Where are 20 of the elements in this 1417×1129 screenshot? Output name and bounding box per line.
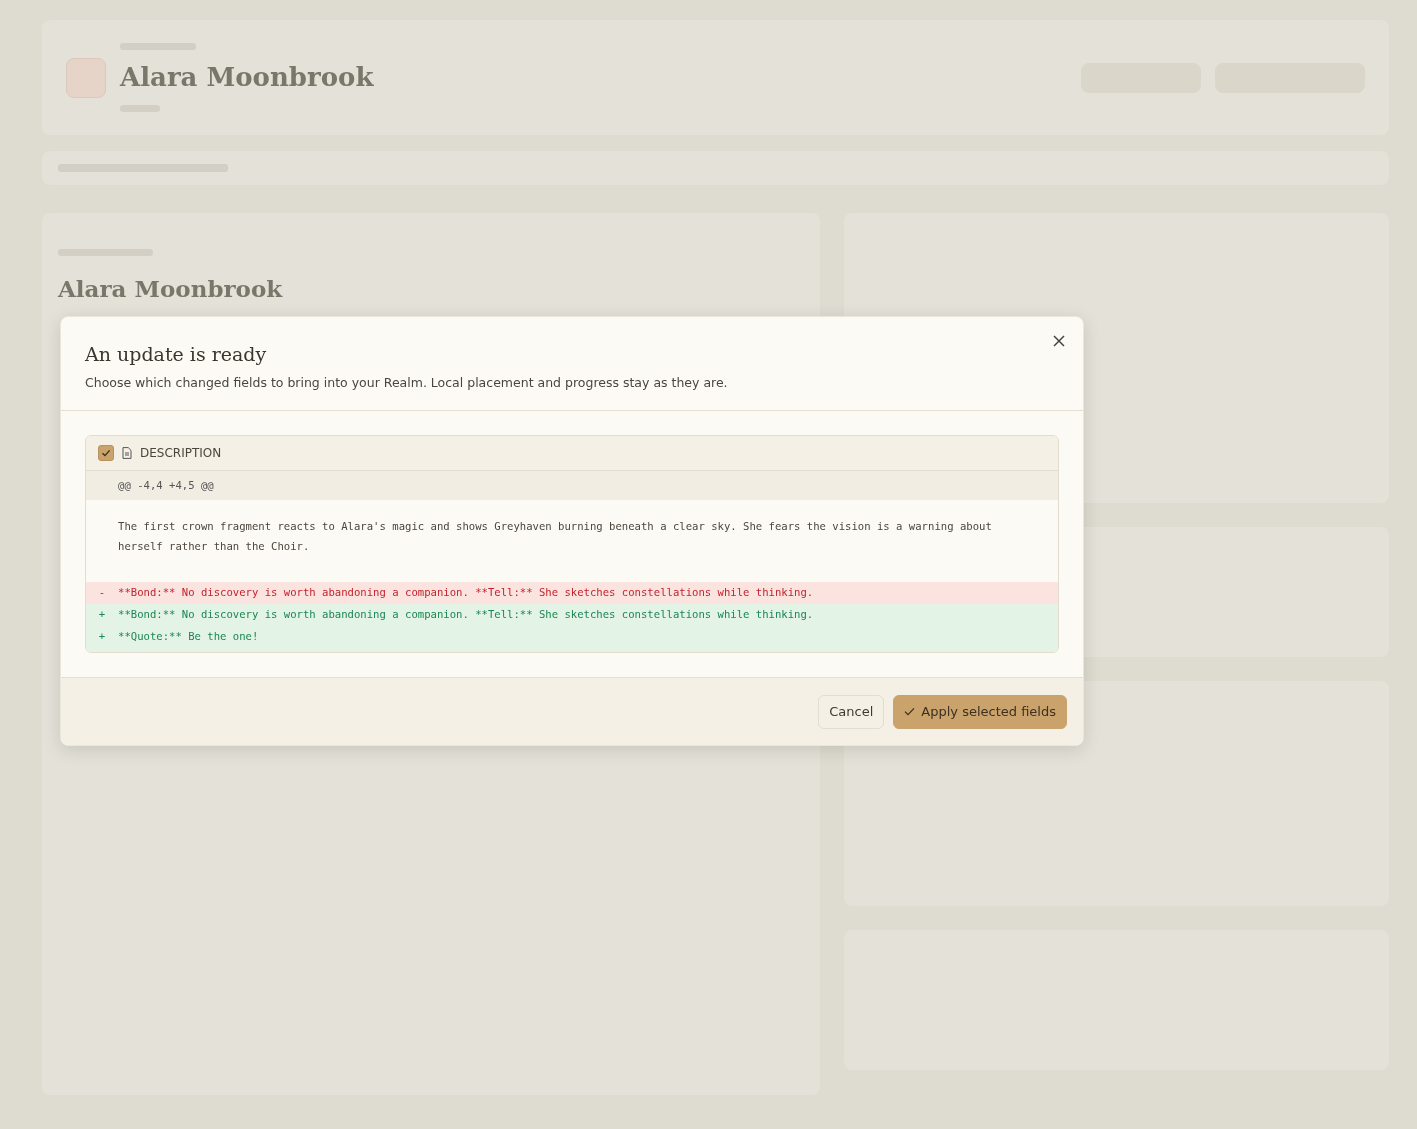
added-line: **Quote:** Be the one! [118,629,259,645]
dialog-subtitle: Choose which changed fields to bring into your Realm. Local placement and progress stay as they are. [85,373,729,392]
dialog-title: An update is ready [85,343,268,366]
diff-sign: - [98,586,106,599]
diff-context-line: The first crown fragment reacts to Alara's magic and shows Greyhaven burning beneath a clear sky. She fears the vision is a warning about herself rather than the Choir. [118,519,993,555]
diff-sign: + [98,608,106,621]
check-icon [101,447,111,458]
hunk-header: @@ -4,4 +4,5 @@ [86,470,1058,501]
avatar-icon [66,57,106,98]
card-title: Alara Moonbrook [58,274,284,304]
document-icon [122,446,132,459]
page-title: Alara Moonbrook [120,61,375,94]
checkbox[interactable] [98,444,114,461]
removed-line: **Bond:** No discovery is worth abandoning a companion. **Tell:** She sketches constellations while thinking. [118,585,814,601]
field-label: DESCRIPTION [140,444,222,462]
check-icon [904,707,916,717]
diff-sign: + [98,630,106,643]
cancel-button[interactable]: Cancel [818,695,885,729]
apply-button[interactable]: Apply selected fields [893,695,1067,729]
added-line: **Bond:** No discovery is worth abandoning a companion. **Tell:** She sketches constellations while thinking. [118,607,814,623]
